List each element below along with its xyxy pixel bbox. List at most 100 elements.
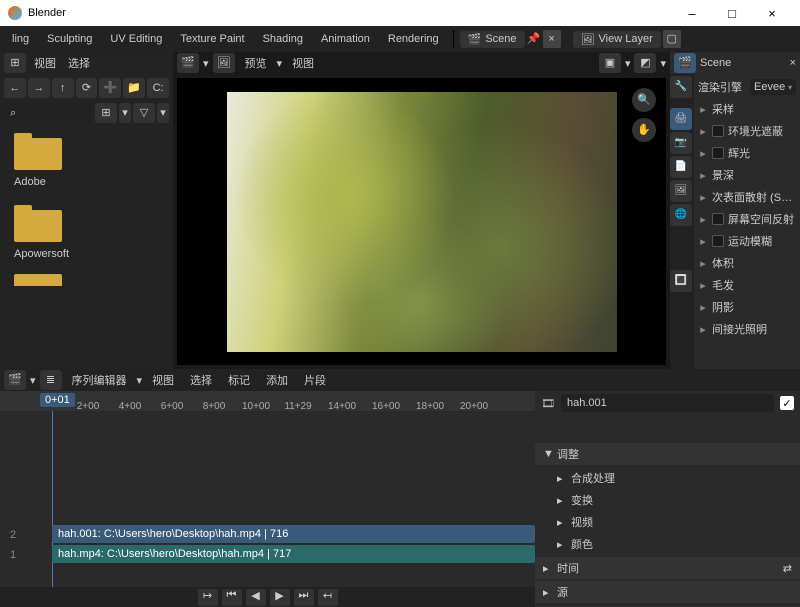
retime-icon[interactable]: ⇄ [783, 562, 792, 575]
world-tab-icon[interactable]: 🌐 [670, 204, 692, 226]
fb-folder-list[interactable]: Adobe Apowersoft [0, 124, 173, 369]
next-keyframe-button[interactable]: ⏭ [294, 589, 314, 606]
property-checkbox[interactable] [712, 213, 724, 225]
property-checkbox[interactable] [712, 235, 724, 247]
property-checkbox[interactable] [712, 125, 724, 137]
maximize-button[interactable]: □ [712, 6, 752, 21]
fb-menu-select[interactable]: 选择 [64, 55, 94, 71]
property-row[interactable]: ▸次表面散射 (SSS) [694, 186, 800, 208]
chevron-down-icon[interactable]: ▾ [30, 374, 36, 387]
chevron-down-icon[interactable]: ▾ [137, 374, 143, 387]
nav-back-button[interactable]: ← [4, 78, 26, 98]
property-row[interactable]: ▸运动模糊 [694, 230, 800, 252]
preview-mode-button[interactable]: 🖼 [213, 53, 235, 73]
property-row[interactable]: ▸体积 [694, 252, 800, 274]
workspace-tab[interactable]: UV Editing [102, 29, 170, 49]
property-row[interactable]: ▸阴影 [694, 296, 800, 318]
nav-folder-icon[interactable]: 📁 [123, 78, 145, 98]
output-tab-icon[interactable]: 📷 [670, 132, 692, 154]
render-tab-icon[interactable]: 🖨 [670, 108, 692, 130]
pan-tool[interactable]: ✋ [632, 118, 656, 142]
seq-menu-marker[interactable]: 标记 [222, 368, 256, 392]
seq-menu-add[interactable]: 添加 [260, 368, 294, 392]
seq-mode-dropdown[interactable]: 序列编辑器 [66, 368, 133, 392]
workspace-tab[interactable]: Sculpting [39, 29, 100, 49]
property-row[interactable]: ▸间接光照明 [694, 318, 800, 340]
workspace-tab[interactable]: Rendering [380, 29, 447, 49]
folder-item[interactable]: Apowersoft [0, 202, 173, 274]
sequencer-tracks[interactable]: 2 1 hah.001: C:\Users\hero\Desktop\hah.m… [0, 411, 535, 587]
property-row[interactable]: ▸采样 [694, 98, 800, 120]
property-row[interactable]: ▸毛发 [694, 274, 800, 296]
viewlayer-new-button[interactable]: ▢ [663, 30, 681, 48]
seq-menu-strip[interactable]: 片段 [298, 368, 332, 392]
video-strip[interactable]: hah.mp4: C:\Users\hero\Desktop\hah.mp4 |… [52, 545, 535, 563]
workspace-tab[interactable]: Texture Paint [172, 29, 252, 49]
fb-filter-dropdown[interactable]: ▾ [157, 103, 169, 123]
seq-mode-button[interactable]: ≣ [40, 370, 62, 390]
strip-video-row[interactable]: ▸视频 [535, 511, 800, 533]
folder-item[interactable]: Adobe [0, 130, 173, 202]
seq-menu-view[interactable]: 视图 [146, 368, 180, 392]
current-frame-indicator[interactable]: 0+01 [40, 393, 75, 407]
nav-forward-button[interactable]: → [28, 78, 50, 98]
strip-source-header[interactable]: ▸源 [535, 581, 800, 603]
scene-pin-icon[interactable]: 📌 [527, 32, 541, 46]
play-reverse-button[interactable]: ◀ [246, 589, 266, 606]
jump-start-button[interactable]: ↦ [198, 589, 218, 606]
close-button[interactable]: × [752, 6, 792, 21]
scene-delete-button[interactable]: × [790, 57, 796, 69]
scene-tab-icon[interactable]: 🖼 [670, 180, 692, 202]
zoom-tool[interactable]: 🔍 [632, 88, 656, 112]
overlay-button[interactable]: ◩ [634, 53, 656, 73]
strip-time-header[interactable]: ▸时间⇄ [535, 557, 800, 579]
workspace-tab[interactable]: ling [4, 29, 37, 49]
preview-mode-label[interactable]: 预览 [239, 55, 273, 71]
fb-display-dropdown[interactable]: ▾ [119, 103, 131, 123]
chevron-down-icon[interactable]: ▾ [277, 57, 283, 70]
folder-item[interactable] [0, 274, 173, 286]
property-row[interactable]: ▸景深 [694, 164, 800, 186]
property-checkbox[interactable] [712, 147, 724, 159]
strip-adjust-header[interactable]: ▼调整 [535, 443, 800, 465]
texture-tab-icon[interactable]: 🔳 [670, 270, 692, 292]
preview-viewport[interactable]: 🔍 ✋ [177, 78, 666, 365]
fb-filter-button[interactable]: ▽ [133, 103, 155, 123]
viewlayer-tab-icon[interactable]: 📄 [670, 156, 692, 178]
viewlayer-selector[interactable]: 🖼 View Layer [573, 31, 661, 48]
timeline-area[interactable]: 0+01 2+004+006+008+0010+0011+2914+0016+0… [0, 391, 535, 607]
tool-tab-icon[interactable]: 🔧 [670, 76, 692, 98]
chevron-down-icon[interactable]: ▾ [203, 57, 209, 70]
scene-selector[interactable]: 🎬 Scene [460, 31, 525, 48]
fb-display-button[interactable]: ⊞ [95, 103, 117, 123]
editor-type-button[interactable]: ⊞ [4, 53, 26, 73]
seq-menu-select[interactable]: 选择 [184, 368, 218, 392]
fb-menu-view[interactable]: 视图 [30, 55, 60, 71]
scene-delete-button[interactable]: × [543, 30, 561, 48]
fb-search-input[interactable]: ⌕ [4, 103, 93, 123]
chevron-down-icon[interactable]: ▾ [625, 57, 631, 70]
play-button[interactable]: ▶ [270, 589, 290, 606]
nav-up-button[interactable]: ↑ [52, 78, 74, 98]
nav-refresh-button[interactable]: ⟳ [76, 78, 98, 98]
workspace-tab[interactable]: Shading [255, 29, 311, 49]
editor-type-button[interactable]: 🎬 [177, 53, 199, 73]
video-strip[interactable]: hah.001: C:\Users\hero\Desktop\hah.mp4 |… [52, 525, 535, 543]
strip-color-row[interactable]: ▸颜色 [535, 533, 800, 555]
nav-new-folder-button[interactable]: ➕ [99, 78, 121, 98]
render-engine-dropdown[interactable]: Eevee▾ [750, 79, 796, 95]
strip-mute-checkbox[interactable]: ✓ [780, 396, 794, 410]
time-ruler[interactable]: 0+01 2+004+006+008+0010+0011+2914+0016+0… [0, 391, 535, 411]
prev-keyframe-button[interactable]: ⏮ [222, 589, 242, 606]
scene-datablock-button[interactable]: 🎬 [674, 53, 696, 73]
property-row[interactable]: ▸辉光 [694, 142, 800, 164]
strip-name-input[interactable]: hah.001 [561, 394, 774, 412]
strip-transform-row[interactable]: ▸变换 [535, 489, 800, 511]
preview-menu-view[interactable]: 视图 [286, 55, 320, 71]
editor-type-button[interactable]: 🎬 [4, 370, 26, 390]
property-row[interactable]: ▸屏幕空间反射 [694, 208, 800, 230]
chevron-down-icon[interactable]: ▾ [660, 57, 666, 70]
workspace-tab[interactable]: Animation [313, 29, 378, 49]
display-channels-button[interactable]: ▣ [599, 53, 621, 73]
nav-drive-c[interactable]: C: [147, 78, 169, 98]
